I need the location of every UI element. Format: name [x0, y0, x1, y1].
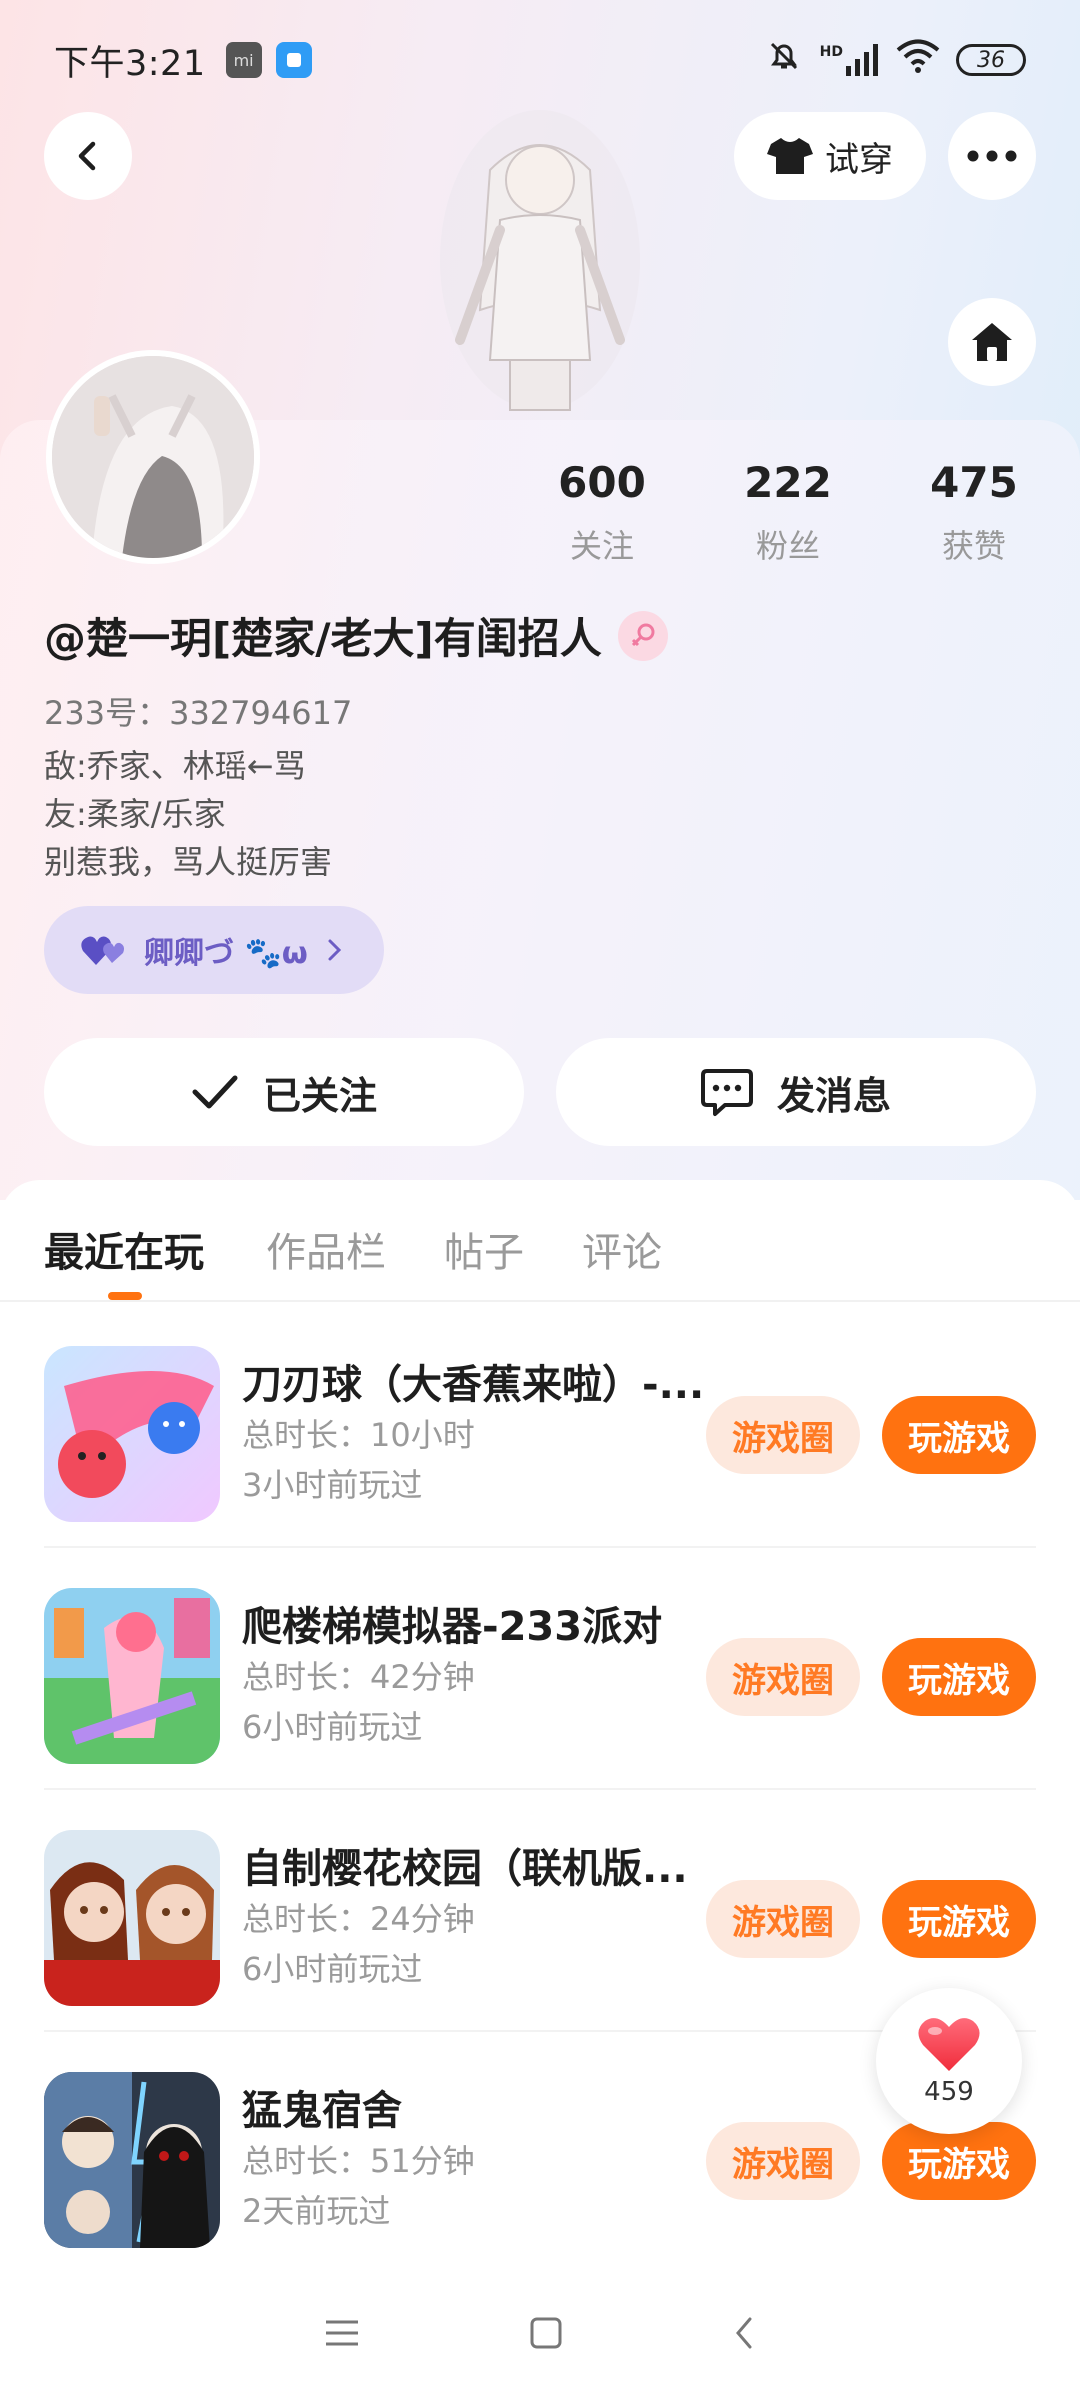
home-square-icon[interactable] [529, 2316, 563, 2354]
game-duration: 总时长：10小时 [242, 1416, 475, 1454]
game-title: 猛鬼宿舍 [242, 2088, 402, 2134]
signal-icon: HD [820, 44, 880, 76]
home-space-button[interactable] [948, 298, 1036, 386]
following-stat[interactable]: 600 关注 [512, 458, 692, 567]
game-circle-button[interactable]: 游戏圈 [706, 1396, 860, 1474]
hearts-icon [81, 936, 124, 965]
bio-line: 友:柔家/乐家 [44, 795, 226, 833]
list-item[interactable]: 自制樱花校园（联机版... 总时长：24分钟 6小时前玩过 游戏圈 玩游戏 [44, 1790, 1036, 2032]
game-icon [44, 1830, 220, 2006]
menu-icon[interactable] [324, 2318, 360, 2352]
play-game-button[interactable]: 玩游戏 [882, 1880, 1036, 1958]
bio: 敌:乔家、林瑶←骂 友:柔家/乐家 别惹我，骂人挺厉害 [44, 742, 332, 886]
badge-text: 卿卿づ 🐾ω [144, 936, 308, 971]
game-circle-button[interactable]: 游戏圈 [706, 1638, 860, 1716]
game-duration: 总时长：24分钟 [242, 1900, 475, 1938]
tab-works[interactable]: 作品栏 [266, 1220, 386, 1278]
nickname: @楚一玥[楚家/老大]有闺招人 [44, 614, 602, 663]
game-circle-button[interactable]: 游戏圈 [706, 1880, 860, 1958]
status-bar: 下午3:21 mi HD 36 [0, 0, 1080, 120]
likes-stat[interactable]: 475 获赞 [884, 458, 1064, 567]
game-icon [44, 1588, 220, 1764]
notification-app-icon [275, 42, 312, 78]
list-item[interactable]: 爬楼梯模拟器-233派对 总时长：42分钟 6小时前玩过 游戏圈 玩游戏 [44, 1548, 1036, 1790]
nickname-row: @楚一玥[楚家/老大]有闺招人 [44, 605, 668, 666]
game-last-played: 6小时前玩过 [242, 1950, 423, 1988]
chevron-right-icon [328, 939, 341, 961]
game-title: 爬楼梯模拟器-233派对 [242, 1604, 663, 1650]
game-last-played: 6小时前玩过 [242, 1708, 423, 1746]
play-game-button[interactable]: 玩游戏 [882, 2122, 1036, 2200]
more-dots-icon [967, 150, 1017, 162]
tshirt-icon [767, 138, 813, 174]
game-last-played: 2天前玩过 [242, 2192, 391, 2230]
play-game-button[interactable]: 玩游戏 [882, 1638, 1036, 1716]
try-on-button[interactable]: 试穿 [734, 112, 926, 200]
play-game-button[interactable]: 玩游戏 [882, 1396, 1036, 1474]
chat-bubble-icon [700, 1069, 753, 1116]
like-button[interactable]: 459 [876, 1988, 1022, 2134]
heart-icon [918, 2018, 980, 2071]
home-icon [972, 323, 1012, 361]
bio-line: 别惹我，骂人挺厉害 [44, 843, 333, 881]
mute-icon [764, 36, 804, 85]
game-icon [44, 2072, 220, 2248]
game-circle-button[interactable]: 游戏圈 [706, 2122, 860, 2200]
mi-app-icon: mi [225, 42, 262, 78]
checkmark-icon [192, 1075, 238, 1109]
battery-indicator: 36 [956, 44, 1026, 76]
tab-comments[interactable]: 评论 [582, 1220, 662, 1278]
back-nav-icon[interactable] [732, 2315, 756, 2355]
likes-label: 获赞 [941, 527, 1006, 565]
likes-count: 475 [930, 458, 1018, 507]
status-time: 下午3:21 [54, 43, 206, 84]
system-navigation-bar [0, 2270, 1080, 2400]
game-last-played: 3小时前玩过 [242, 1466, 423, 1504]
try-on-label: 试穿 [825, 139, 893, 180]
like-count: 459 [924, 2077, 974, 2107]
avatar[interactable] [46, 350, 260, 564]
game-icon [44, 1346, 220, 1522]
avatar-full-body[interactable] [420, 110, 660, 420]
followers-label: 粉丝 [755, 527, 820, 565]
profile-tabs: 最近在玩 作品栏 帖子 评论 [0, 1180, 1080, 1302]
message-button[interactable]: 发消息 [556, 1038, 1036, 1146]
active-tab-indicator [108, 1292, 142, 1300]
cp-badge-button[interactable]: 卿卿づ 🐾ω [44, 906, 384, 994]
wifi-icon [896, 39, 940, 82]
follow-button[interactable]: 已关注 [44, 1038, 524, 1146]
chevron-left-icon [78, 141, 96, 171]
tab-recently-played[interactable]: 最近在玩 [44, 1220, 204, 1278]
tab-posts[interactable]: 帖子 [444, 1220, 524, 1278]
message-label: 发消息 [776, 1073, 891, 1118]
female-gender-icon [617, 610, 668, 661]
list-item[interactable]: 刀刃球（大香蕉来啦）-... 总时长：10小时 3小时前玩过 游戏圈 玩游戏 [44, 1306, 1036, 1548]
following-label: 关注 [569, 527, 634, 565]
followers-count: 222 [744, 458, 832, 507]
bio-line: 敌:乔家、林瑶←骂 [44, 747, 306, 785]
back-button[interactable] [44, 112, 132, 200]
game-title: 刀刃球（大香蕉来啦）-... [242, 1362, 705, 1408]
game-duration: 总时长：51分钟 [242, 2142, 475, 2180]
followers-stat[interactable]: 222 粉丝 [698, 458, 878, 567]
game-duration: 总时长：42分钟 [242, 1658, 475, 1696]
more-options-button[interactable] [948, 112, 1036, 200]
game-title: 自制樱花校园（联机版... [242, 1846, 688, 1892]
follow-label: 已关注 [262, 1073, 377, 1118]
user-id: 233号：332794617 [44, 694, 353, 732]
hd-label: HD [819, 44, 843, 60]
following-count: 600 [558, 458, 646, 507]
